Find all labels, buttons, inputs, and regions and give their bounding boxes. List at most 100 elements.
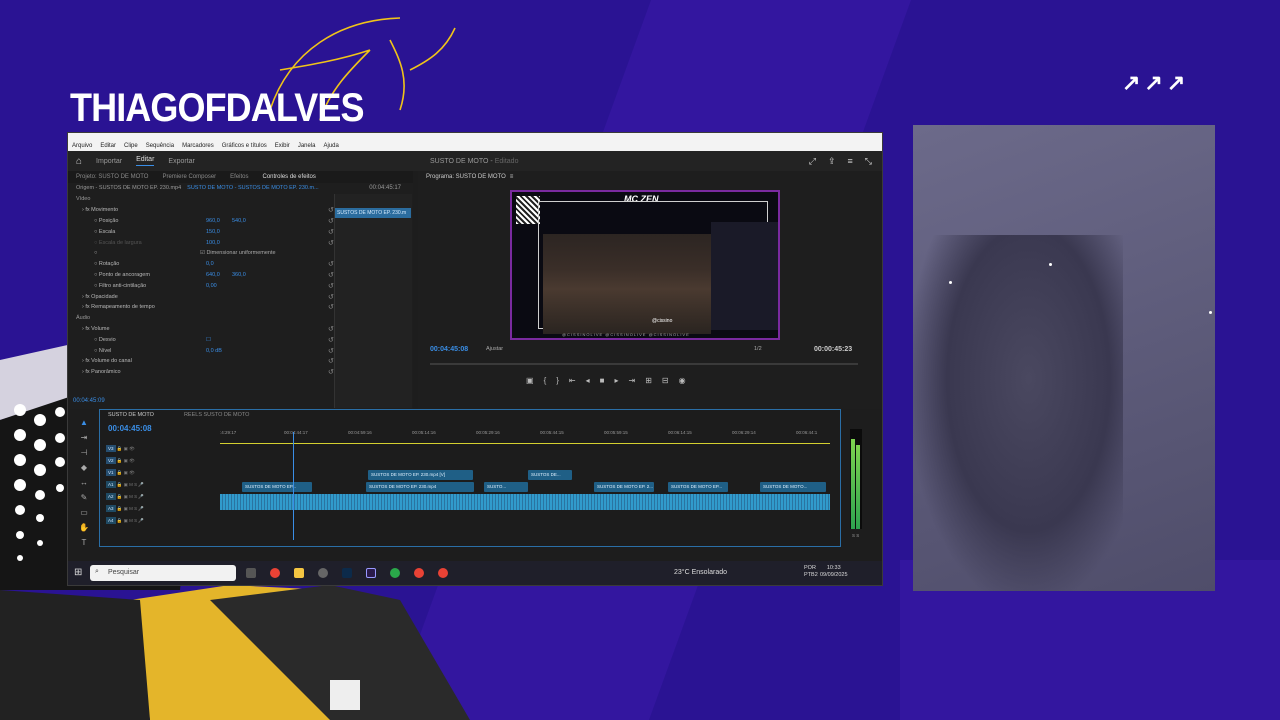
effect-row[interactable]: ○ Posição 960,0 540,0 ↺ [76,216,336,227]
chrome-profile-icon[interactable] [414,568,424,578]
reset-icon[interactable]: ↺ [328,217,334,225]
uniform-scale-checkbox[interactable]: ☑ Dimensionar uniformemente [200,250,276,256]
photoshop-icon[interactable] [342,568,352,578]
tab-premiere-composer[interactable]: Premiere Composer [162,174,216,180]
menu-item-exibir[interactable]: Exibir [275,143,290,149]
tab-sequence-susto[interactable]: SUSTO DE MOTO [108,412,154,418]
chrome-profile2-icon[interactable] [438,568,448,578]
tab-efeitos[interactable]: Efeitos [230,174,248,180]
track-header[interactable]: A2 🔒 ▣ M S 🎤 [106,493,211,504]
reset-icon[interactable]: ↺ [328,239,334,247]
effect-value[interactable]: 150,0 [206,229,220,235]
whatsapp-icon[interactable] [390,568,400,578]
reset-icon[interactable]: ↺ [328,325,334,333]
reset-icon[interactable]: ↺ [328,271,334,279]
effect-row[interactable]: › fx Panorâmico ↺ [76,367,336,378]
go-to-out-icon[interactable]: ⇥ [628,376,635,385]
timeline-clip[interactable]: SUSTOS DE... [528,470,572,480]
effect-row[interactable]: ○ Filtro anti-cintilação 0,00 ↺ [76,280,336,291]
reset-icon[interactable]: ↺ [328,293,334,301]
out-point-icon[interactable]: } [556,376,559,385]
effect-row[interactable]: › fx Movimento ↺ [76,205,336,216]
timeline-clip[interactable]: SUSTOS DE MOTO EP... [242,482,312,492]
track-controls-icon[interactable]: 🔒 ▣ M S 🎤 [116,494,144,499]
weather-widget[interactable]: 23°C Ensolarado [674,569,727,576]
tab-controles-de-efeitos[interactable]: Controles de efeitos [263,174,316,180]
tab-importar[interactable]: Importar [96,158,122,165]
menu-item-marcadores[interactable]: Marcadores [182,143,214,149]
menu-item-sequencia[interactable]: Sequência [146,143,174,149]
track-label[interactable]: A2 [106,493,116,500]
timeline-ruler[interactable]: :4:29:17 00:04:44:17 00:04:59:16 00:05:14:1… [220,430,830,440]
marker-icon[interactable]: ▣ [526,376,534,385]
extract-icon[interactable]: ⊟ [662,376,669,385]
track-header[interactable]: A1 🔒 ▣ M S 🎤 [106,481,211,492]
effect-row[interactable]: ○ Rotação 0,0 ↺ [76,259,336,270]
track-controls-icon[interactable]: 🔒 ▣ 👁 [116,470,135,475]
program-scrubber[interactable] [430,363,858,365]
share-icon[interactable]: ⇪ [828,156,836,167]
effect-value[interactable]: ☐ [206,337,211,343]
step-back-icon[interactable]: ◂ [586,376,590,385]
track-controls-icon[interactable]: 🔒 ▣ M S 🎤 [116,518,144,523]
mini-clip[interactable]: SUSTOS DE MOTO EP. 230.m [335,208,411,218]
effect-row[interactable]: › fx Volume do canal ↺ [76,356,336,367]
menu-item-arquivo[interactable]: Arquivo [72,143,92,149]
effect-value[interactable]: 540,0 [232,218,246,224]
step-forward-icon[interactable]: ▸ [614,376,618,385]
taskbar-clock[interactable]: 10:33 09/09/2025 [820,565,848,579]
reset-icon[interactable]: ↺ [328,347,334,355]
effect-row[interactable]: ○ Ponto de ancoragem 640,0 360,0 ↺ [76,270,336,281]
effect-value[interactable]: 100,0 [206,240,220,246]
language-indicator[interactable]: POR PTB2 [804,565,818,579]
type-icon[interactable]: T [82,538,87,547]
track-controls-icon[interactable]: 🔒 ▣ M S 🎤 [116,482,144,487]
obs-icon[interactable] [318,568,328,578]
quick-export-icon[interactable]: ⤢ [809,156,816,167]
track-header[interactable]: V1 🔒 ▣ 👁 [106,469,211,480]
rectangle-icon[interactable]: ▭ [80,508,88,517]
effect-row[interactable]: ○ ☑ Dimensionar uniformemente [76,248,336,259]
track-label[interactable]: V3 [106,445,116,452]
hand-icon[interactable]: ✋ [79,523,89,532]
timeline-timecode[interactable]: 00:04:45:08 [108,424,152,433]
effect-row[interactable]: ○ Escala de largura 100,0 ↺ [76,237,336,248]
menu-item-janela[interactable]: Janela [298,143,316,149]
effect-value[interactable]: 960,0 [206,218,220,224]
timeline-clip[interactable]: SUSTOS DE MOTO EP... [668,482,728,492]
fullscreen-icon[interactable]: ⤡ [865,156,872,167]
quality-select[interactable]: 1/2 [754,346,762,352]
effect-row[interactable]: ○ Desvio ☐ ↺ [76,334,336,345]
reset-icon[interactable]: ↺ [328,206,334,214]
track-label[interactable]: A4 [106,517,116,524]
track-label[interactable]: A3 [106,505,116,512]
go-to-in-icon[interactable]: ⇤ [569,376,576,385]
track-label[interactable]: A1 [106,481,116,488]
effect-value[interactable]: 0,00 [206,283,217,289]
chrome-icon[interactable] [270,568,280,578]
program-timecode[interactable]: 00:04:45:08 [430,346,468,353]
effect-value[interactable]: 360,0 [232,272,246,278]
timeline-clip[interactable]: SUSTOS DE MOTO EP. 2... [594,482,654,492]
tab-exportar[interactable]: Exportar [168,158,194,165]
effect-value[interactable]: 0,0 [206,261,214,267]
tab-editar[interactable]: Editar [136,156,155,166]
task-view-icon[interactable] [246,568,256,578]
timeline-clip[interactable]: SUSTOS DE MOTO EP. 230.mp4 [V] [368,470,473,480]
menu-item-graficos[interactable]: Gráficos e títulos [222,143,267,149]
effect-row[interactable]: ○ Escala 150,0 ↺ [76,226,336,237]
reset-icon[interactable]: ↺ [328,260,334,268]
home-icon[interactable]: ⌂ [76,156,82,167]
track-label[interactable]: V2 [106,457,116,464]
track-header[interactable]: A4 🔒 ▣ M S 🎤 [106,517,211,528]
track-label[interactable]: V1 [106,469,116,476]
menu-item-ajuda[interactable]: Ajuda [324,143,339,149]
reset-icon[interactable]: ↺ [328,368,334,376]
program-video-frame[interactable]: MC ZEN @cissino @CISSINOLIVE @CISSINOLIV… [510,190,780,340]
file-explorer-icon[interactable] [294,568,304,578]
premiere-icon[interactable] [366,568,376,578]
panel-menu-icon[interactable]: ≡ [510,174,514,180]
slip-icon[interactable]: ↔ [80,478,88,487]
track-select-icon[interactable]: ⇥ [81,433,88,442]
in-point-icon[interactable]: { [544,376,547,385]
